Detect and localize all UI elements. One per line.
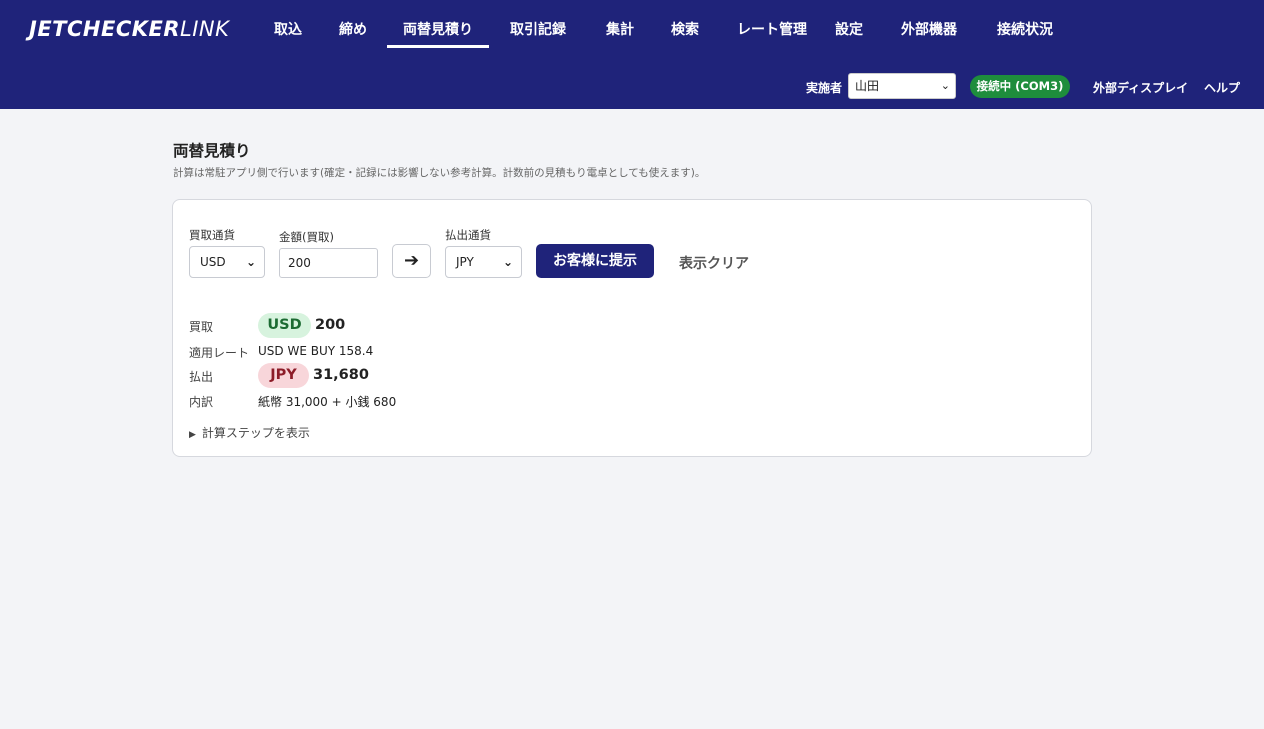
external-display-link[interactable]: 外部ディスプレイ bbox=[1093, 79, 1188, 96]
app-logo[interactable]: JETCHECKERLINK bbox=[29, 17, 229, 43]
chevron-down-icon: ⌄ bbox=[245, 255, 256, 269]
buy-amount: 200 bbox=[315, 317, 346, 333]
active-tab-indicator bbox=[387, 45, 489, 48]
buy-label: 買取 bbox=[189, 320, 214, 334]
tab-external-devices[interactable]: 外部機器 bbox=[901, 19, 957, 39]
pay-amount: 31,680 bbox=[313, 367, 369, 383]
rate-value: USD WE BUY 158.4 bbox=[258, 344, 374, 358]
buy-currency-select[interactable]: USD ⌄ bbox=[189, 246, 265, 278]
chevron-down-icon: ⌄ bbox=[502, 255, 513, 269]
calculation-steps-toggle[interactable]: ▶ 計算ステップを表示 bbox=[189, 424, 310, 441]
tab-connection-status[interactable]: 接続状況 bbox=[997, 19, 1053, 39]
calculation-steps-label: 計算ステップを表示 bbox=[201, 426, 310, 440]
tab-import[interactable]: 取込 bbox=[274, 19, 302, 39]
pay-currency-value: JPY bbox=[456, 255, 474, 269]
buy-currency-value: USD bbox=[200, 255, 226, 269]
tab-transaction-log[interactable]: 取引記録 bbox=[510, 19, 566, 39]
tab-exchange-quote[interactable]: 両替見積り bbox=[403, 19, 473, 39]
help-link[interactable]: ヘルプ bbox=[1204, 79, 1240, 96]
pay-currency-badge: JPY bbox=[258, 363, 309, 388]
page-description: 計算は常駐アプリ側で行います(確定・記録には影響しない参考計算。計数前の見積もり… bbox=[173, 167, 706, 179]
amount-label: 金額(買取) bbox=[279, 230, 334, 244]
buy-currency-label: 買取通貨 bbox=[189, 228, 235, 242]
breakdown-label: 内訳 bbox=[189, 395, 214, 409]
operator-label: 実施者 bbox=[806, 81, 843, 95]
operator-value: 山田 bbox=[855, 79, 880, 93]
app-header: JETCHECKERLINK 取込 締め 両替見積り 取引記録 集計 検索 レー… bbox=[0, 0, 1264, 109]
rate-label: 適用レート bbox=[189, 346, 250, 360]
tab-close[interactable]: 締め bbox=[339, 19, 367, 39]
amount-input[interactable]: 200 bbox=[279, 248, 378, 278]
tab-summary[interactable]: 集計 bbox=[606, 19, 634, 39]
pay-currency-select[interactable]: JPY ⌄ bbox=[445, 246, 522, 278]
tab-search[interactable]: 検索 bbox=[671, 19, 699, 39]
chevron-down-icon: ⌄ bbox=[940, 79, 950, 92]
pay-label: 払出 bbox=[189, 370, 214, 384]
clear-display-button[interactable]: 表示クリア bbox=[679, 253, 749, 273]
operator-select[interactable]: 山田 ⌄ bbox=[848, 73, 956, 99]
triangle-right-icon: ▶ bbox=[189, 430, 196, 440]
amount-value: 200 bbox=[288, 256, 311, 270]
arrow-right-icon[interactable]: ➔ bbox=[392, 244, 431, 278]
tab-settings[interactable]: 設定 bbox=[835, 19, 863, 39]
pay-currency-label: 払出通貨 bbox=[445, 228, 491, 242]
breakdown-value: 紙幣 31,000 + 小銭 680 bbox=[258, 395, 397, 409]
page-title: 両替見積り bbox=[173, 142, 251, 160]
connection-status-badge: 接続中 (COM3) bbox=[970, 75, 1070, 98]
present-to-customer-button[interactable]: お客様に提示 bbox=[536, 244, 654, 278]
buy-currency-badge: USD bbox=[258, 313, 311, 338]
tab-rate-management[interactable]: レート管理 bbox=[737, 19, 807, 39]
